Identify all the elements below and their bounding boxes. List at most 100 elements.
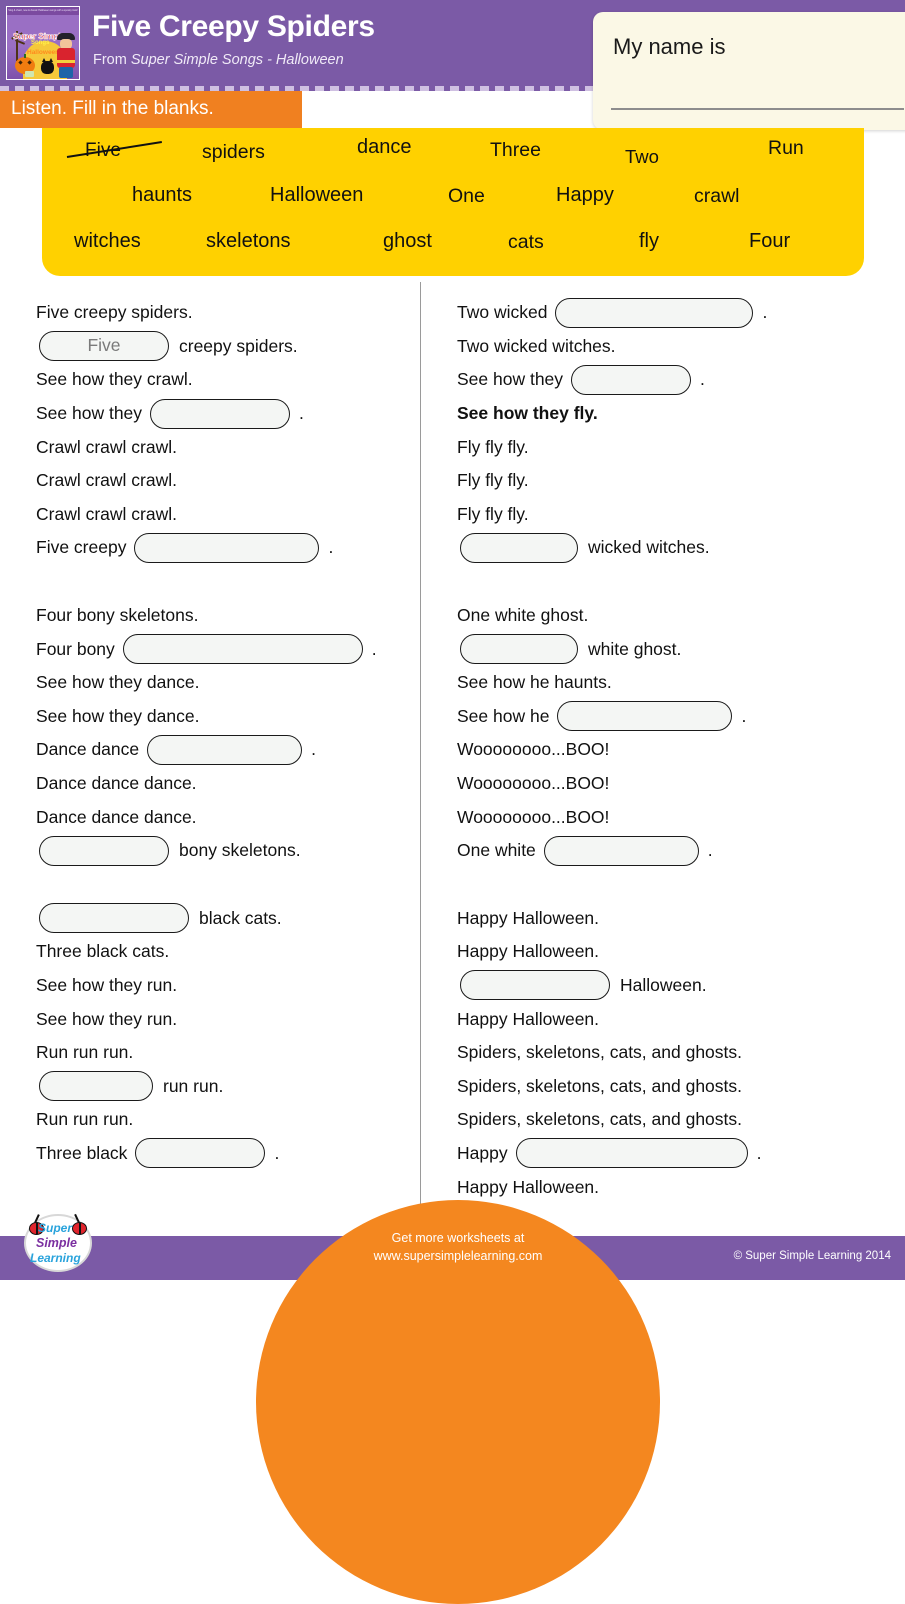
footer-promo-line1: Get more worksheets at xyxy=(391,1231,525,1245)
subtitle-album-name: Super Simple Songs - Halloween xyxy=(130,52,344,68)
lyric-line: Woooooooo...BOO! xyxy=(457,767,877,801)
word-bank-word[interactable]: spiders xyxy=(202,141,265,164)
lyric-line: Five creepy spiders. xyxy=(36,330,414,364)
lyric-text-before-blank: See how he xyxy=(457,705,550,726)
lyrics-stanza-gap xyxy=(36,565,414,599)
name-label: My name is xyxy=(613,34,726,59)
word-bank-word[interactable]: crawl xyxy=(694,185,740,208)
lyric-text: Fly fly fly. xyxy=(457,436,529,457)
lyric-line: See how they dance. xyxy=(36,666,414,700)
lyric-text-before-blank: See how they xyxy=(457,369,564,390)
word-bank-word[interactable]: haunts xyxy=(132,184,192,207)
fill-in-blank[interactable] xyxy=(557,701,733,732)
fill-in-blank[interactable]: Five xyxy=(39,331,169,362)
lyric-line: Woooooooo...BOO! xyxy=(457,733,877,767)
logo-word-learning: Learning xyxy=(30,1251,81,1265)
lyric-line: Happy Halloween. xyxy=(457,1170,877,1204)
super-simple-learning-logo: Super Simple Learning xyxy=(16,1212,100,1274)
word-bank-word[interactable]: Halloween xyxy=(270,184,363,207)
lyric-text: Four bony skeletons. xyxy=(36,605,199,626)
lyric-text: Woooooooo...BOO! xyxy=(457,739,610,760)
lyric-line: See how he. xyxy=(457,700,877,734)
lyric-text: See how they run. xyxy=(36,974,178,995)
lyric-text: Spiders, skeletons, cats, and ghosts. xyxy=(457,1075,743,1096)
name-write-line[interactable] xyxy=(611,108,904,110)
fill-in-blank[interactable] xyxy=(543,835,699,866)
fill-in-blank[interactable] xyxy=(460,634,578,665)
lyric-line: Spiders, skeletons, cats, and ghosts. xyxy=(457,1036,877,1070)
fill-in-blank[interactable] xyxy=(150,398,291,429)
lyric-line: Dance dance dance. xyxy=(36,767,414,801)
fill-in-blank[interactable] xyxy=(134,532,320,563)
lyrics-stanza-gap xyxy=(457,565,877,599)
lyric-text-after-blank: creepy spiders. xyxy=(179,335,298,356)
lyric-line: white ghost. xyxy=(457,632,877,666)
word-bank-word[interactable]: Three xyxy=(490,139,541,162)
lyric-text: See how they fly. xyxy=(457,403,598,424)
logo-word-simple: Simple xyxy=(36,1236,77,1250)
fill-in-blank[interactable] xyxy=(39,835,169,866)
lyric-text: Dance dance dance. xyxy=(36,773,197,794)
fill-in-blank[interactable] xyxy=(555,297,754,328)
lyric-text-before-blank: Two wicked xyxy=(457,302,548,323)
name-box[interactable]: My name is xyxy=(593,12,905,130)
lyric-line: Four bony skeletons. xyxy=(36,599,414,633)
word-bank-word[interactable]: One xyxy=(448,185,485,208)
lyric-line: bony skeletons. xyxy=(36,834,414,868)
page-subtitle: From Super Simple Songs - Halloween xyxy=(93,52,344,68)
word-bank-word[interactable]: skeletons xyxy=(206,230,291,253)
fill-in-blank[interactable] xyxy=(460,532,578,563)
footer-website-link[interactable]: www.supersimplelearning.com xyxy=(336,1247,580,1265)
instruction-text: Listen. Fill in the blanks. xyxy=(11,98,214,119)
lyric-text: See how they dance. xyxy=(36,705,200,726)
lyric-line: One white ghost. xyxy=(457,599,877,633)
lyric-line: See how they dance. xyxy=(36,700,414,734)
lyric-line: Three black cats. xyxy=(36,935,414,969)
lyric-line: black cats. xyxy=(36,902,414,936)
lyric-line: See how they run. xyxy=(36,1002,414,1036)
fill-in-blank[interactable] xyxy=(571,364,692,395)
lyric-text-before-blank: Happy xyxy=(457,1142,508,1163)
word-bank-word[interactable]: cats xyxy=(508,231,544,254)
fill-in-blank[interactable] xyxy=(39,903,189,934)
lyric-line: Run run run. xyxy=(36,1036,414,1070)
lyric-text: Two wicked witches. xyxy=(457,335,616,356)
footer-promo[interactable]: Get more worksheets at www.supersimplele… xyxy=(336,1229,580,1265)
word-bank-word[interactable]: fly xyxy=(639,230,659,253)
fill-in-blank[interactable] xyxy=(460,970,610,1001)
lyric-line: Woooooooo...BOO! xyxy=(457,800,877,834)
word-bank-word[interactable]: witches xyxy=(74,230,141,253)
lyric-line: Halloween. xyxy=(457,969,877,1003)
lyric-text-after-blank: wicked witches. xyxy=(588,537,710,558)
lyric-line: See how they. xyxy=(36,397,414,431)
fill-in-blank[interactable] xyxy=(515,1138,748,1169)
lyric-text: Dance dance dance. xyxy=(36,806,197,827)
fill-in-blank[interactable] xyxy=(147,734,303,765)
lyric-text: Three black cats. xyxy=(36,941,170,962)
lyric-line: Happy Halloween. xyxy=(457,1002,877,1036)
word-bank: FivespidersdanceThreeTwoRunhauntsHallowe… xyxy=(42,128,864,276)
subtitle-prefix: From xyxy=(93,52,131,68)
lyric-text: See how they crawl. xyxy=(36,369,193,390)
lyric-text-before-blank: One white xyxy=(457,840,536,861)
lyric-line: Fly fly fly. xyxy=(457,498,877,532)
lyric-line: One white. xyxy=(457,834,877,868)
lyric-line: See how they crawl. xyxy=(36,363,414,397)
word-bank-word[interactable]: Run xyxy=(768,137,804,160)
fill-in-blank[interactable] xyxy=(122,634,363,665)
footer-copyright: © Super Simple Learning 2014 xyxy=(733,1250,891,1262)
lyric-text-before-blank: Three black xyxy=(36,1142,128,1163)
fill-in-blank[interactable] xyxy=(39,1071,153,1102)
word-bank-word[interactable]: Four xyxy=(749,230,790,253)
word-bank-word[interactable]: ghost xyxy=(383,230,432,253)
word-bank-word[interactable]: dance xyxy=(357,136,412,159)
word-bank-word[interactable]: Happy xyxy=(556,184,614,207)
lyric-text-after-blank: . xyxy=(741,705,747,726)
lyric-text-before-blank: Five creepy xyxy=(36,537,127,558)
lyric-line: Four bony. xyxy=(36,632,414,666)
lyric-line: Run run run. xyxy=(36,1103,414,1137)
lyric-text-after-blank: . xyxy=(328,537,334,558)
lyric-text: Spiders, skeletons, cats, and ghosts. xyxy=(457,1042,743,1063)
word-bank-word[interactable]: Two xyxy=(625,146,659,168)
fill-in-blank[interactable] xyxy=(135,1138,266,1169)
